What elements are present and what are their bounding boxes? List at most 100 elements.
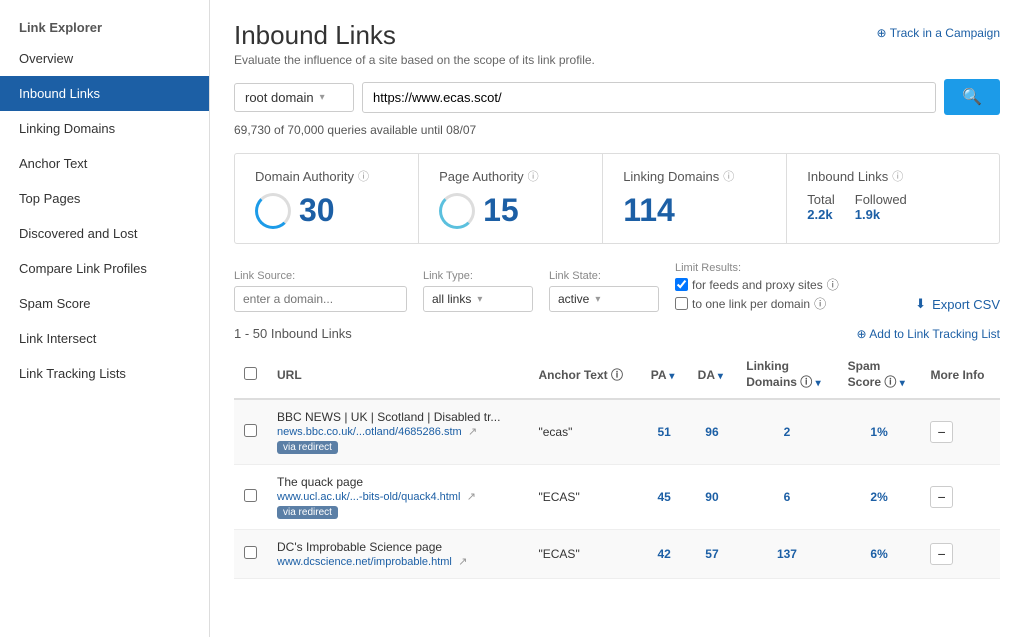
checkbox-feeds-label: for feeds and proxy sites bbox=[692, 278, 823, 292]
row-title: DC's Improbable Science page bbox=[277, 540, 519, 554]
row-url[interactable]: news.bbc.co.uk/...otland/4685286.stm bbox=[277, 426, 462, 438]
redirect-badge: via redirect bbox=[277, 441, 338, 454]
row-checkbox[interactable] bbox=[244, 424, 257, 437]
external-link-icon[interactable]: ↗ bbox=[467, 491, 476, 503]
row-linking-domains: 2 bbox=[736, 399, 837, 465]
page-authority-circle bbox=[439, 193, 475, 229]
export-icon: ⬇ bbox=[915, 296, 926, 312]
feeds-info-icon[interactable]: ⓘ bbox=[827, 276, 839, 293]
expand-button[interactable]: − bbox=[930, 543, 952, 565]
external-link-icon[interactable]: ↗ bbox=[458, 556, 467, 568]
queries-info: 69,730 of 70,000 queries available until… bbox=[234, 123, 1000, 137]
sidebar-item-anchor-text[interactable]: Anchor Text bbox=[0, 146, 209, 181]
checkbox-one-link[interactable] bbox=[675, 297, 688, 310]
row-more-info-cell: − bbox=[920, 399, 1000, 465]
checkbox-feeds-row: for feeds and proxy sites ⓘ bbox=[675, 276, 839, 293]
one-link-info-icon[interactable]: ⓘ bbox=[814, 295, 826, 312]
row-pa: 45 bbox=[641, 465, 688, 530]
link-type-select[interactable]: all links ▾ bbox=[423, 286, 533, 312]
inbound-links-label: Inbound Links ⓘ bbox=[807, 168, 979, 184]
row-da: 96 bbox=[688, 399, 737, 465]
link-state-group: Link State: active ▾ bbox=[549, 270, 659, 312]
checkbox-feeds[interactable] bbox=[675, 278, 688, 291]
sidebar-group-label: Link Explorer bbox=[0, 10, 209, 41]
sidebar: Link Explorer Overview Inbound Links Lin… bbox=[0, 0, 210, 637]
checkbox-one-link-row: to one link per domain ⓘ bbox=[675, 295, 839, 312]
page-title: Inbound Links bbox=[234, 20, 595, 51]
search-button[interactable]: 🔍 bbox=[944, 79, 1000, 115]
link-type-group: Link Type: all links ▾ bbox=[423, 270, 533, 312]
limit-label: Limit Results: bbox=[675, 262, 839, 274]
results-header: 1 - 50 Inbound Links Add to Link Trackin… bbox=[234, 326, 1000, 341]
th-da[interactable]: DA ▾ bbox=[688, 351, 737, 399]
page-authority-value: 15 bbox=[439, 192, 582, 229]
th-pa[interactable]: PA ▾ bbox=[641, 351, 688, 399]
metrics-row: Domain Authority ⓘ 30 Page Authority ⓘ 1… bbox=[234, 153, 1000, 244]
external-link-icon[interactable]: ↗ bbox=[468, 426, 477, 438]
expand-button[interactable]: − bbox=[930, 421, 952, 443]
chevron-down-icon: ▾ bbox=[320, 92, 325, 103]
page-authority-box: Page Authority ⓘ 15 bbox=[419, 154, 603, 243]
link-state-chevron-icon: ▾ bbox=[595, 294, 600, 305]
row-anchor-cell: "ECAS" bbox=[529, 530, 641, 579]
page-authority-info-icon[interactable]: ⓘ bbox=[528, 168, 539, 184]
inbound-links-table: URL Anchor Text ⓘ PA ▾ DA ▾ LinkingDomai… bbox=[234, 351, 1000, 579]
sidebar-item-link-intersect[interactable]: Link Intersect bbox=[0, 321, 209, 356]
sidebar-item-overview[interactable]: Overview bbox=[0, 41, 209, 76]
table-row: DC's Improbable Science page www.dcscien… bbox=[234, 530, 1000, 579]
row-checkbox[interactable] bbox=[244, 489, 257, 502]
add-tracking-button[interactable]: Add to Link Tracking List bbox=[857, 327, 1000, 341]
th-linking-domains[interactable]: LinkingDomains ⓘ ▾ bbox=[736, 351, 837, 399]
row-title: The quack page bbox=[277, 475, 519, 489]
sidebar-item-top-pages[interactable]: Top Pages bbox=[0, 181, 209, 216]
anchor-text-info-icon[interactable]: ⓘ bbox=[611, 368, 623, 382]
row-more-info-cell: − bbox=[920, 465, 1000, 530]
th-spam-score[interactable]: SpamScore ⓘ ▾ bbox=[838, 351, 921, 399]
sidebar-item-discovered-lost[interactable]: Discovered and Lost bbox=[0, 216, 209, 251]
track-campaign-button[interactable]: Track in a Campaign bbox=[877, 26, 1000, 40]
page-header: Inbound Links Evaluate the influence of … bbox=[234, 20, 1000, 67]
row-pa: 42 bbox=[641, 530, 688, 579]
row-da: 57 bbox=[688, 530, 737, 579]
url-input[interactable] bbox=[362, 82, 936, 113]
sidebar-item-spam-score[interactable]: Spam Score bbox=[0, 286, 209, 321]
domain-authority-info-icon[interactable]: ⓘ bbox=[358, 168, 369, 184]
link-source-group: Link Source: bbox=[234, 270, 407, 312]
th-url: URL bbox=[267, 351, 529, 399]
link-state-select[interactable]: active ▾ bbox=[549, 286, 659, 312]
row-url-cell: BBC NEWS | UK | Scotland | Disabled tr..… bbox=[267, 399, 529, 465]
row-url[interactable]: www.dcscience.net/improbable.html bbox=[277, 556, 452, 568]
total-label: Total bbox=[807, 192, 834, 207]
sidebar-item-link-tracking[interactable]: Link Tracking Lists bbox=[0, 356, 209, 391]
redirect-badge: via redirect bbox=[277, 506, 338, 519]
row-url[interactable]: www.ucl.ac.uk/...-bits-old/quack4.html bbox=[277, 491, 460, 503]
row-da: 90 bbox=[688, 465, 737, 530]
linking-domains-info-icon[interactable]: ⓘ bbox=[723, 168, 734, 184]
domain-authority-value: 30 bbox=[255, 192, 398, 229]
link-source-input[interactable] bbox=[234, 286, 407, 312]
followed-value: 1.9k bbox=[855, 207, 880, 222]
sidebar-item-linking-domains[interactable]: Linking Domains bbox=[0, 111, 209, 146]
link-type-label: Link Type: bbox=[423, 270, 533, 282]
table-row: BBC NEWS | UK | Scotland | Disabled tr..… bbox=[234, 399, 1000, 465]
inbound-links-sub: Total 2.2k Followed 1.9k bbox=[807, 192, 979, 222]
row-checkbox-cell bbox=[234, 465, 267, 530]
followed-label: Followed bbox=[855, 192, 907, 207]
results-count: 1 - 50 Inbound Links bbox=[234, 326, 352, 341]
inbound-links-info-icon[interactable]: ⓘ bbox=[892, 168, 903, 184]
sidebar-item-inbound-links[interactable]: Inbound Links bbox=[0, 76, 209, 111]
export-label: Export CSV bbox=[932, 297, 1000, 312]
row-url-cell: The quack page www.ucl.ac.uk/...-bits-ol… bbox=[267, 465, 529, 530]
linking-domains-value: 114 bbox=[623, 192, 766, 229]
domain-type-select[interactable]: root domain ▾ bbox=[234, 83, 354, 112]
page-authority-label: Page Authority ⓘ bbox=[439, 168, 582, 184]
export-csv-button[interactable]: ⬇ Export CSV bbox=[915, 296, 1000, 312]
row-checkbox[interactable] bbox=[244, 546, 257, 559]
select-all-checkbox[interactable] bbox=[244, 367, 257, 380]
expand-button[interactable]: − bbox=[930, 486, 952, 508]
domain-authority-label: Domain Authority ⓘ bbox=[255, 168, 398, 184]
table-row: The quack page www.ucl.ac.uk/...-bits-ol… bbox=[234, 465, 1000, 530]
sidebar-item-compare-link[interactable]: Compare Link Profiles bbox=[0, 251, 209, 286]
th-anchor-text: Anchor Text ⓘ bbox=[529, 351, 641, 399]
row-checkbox-cell bbox=[234, 399, 267, 465]
